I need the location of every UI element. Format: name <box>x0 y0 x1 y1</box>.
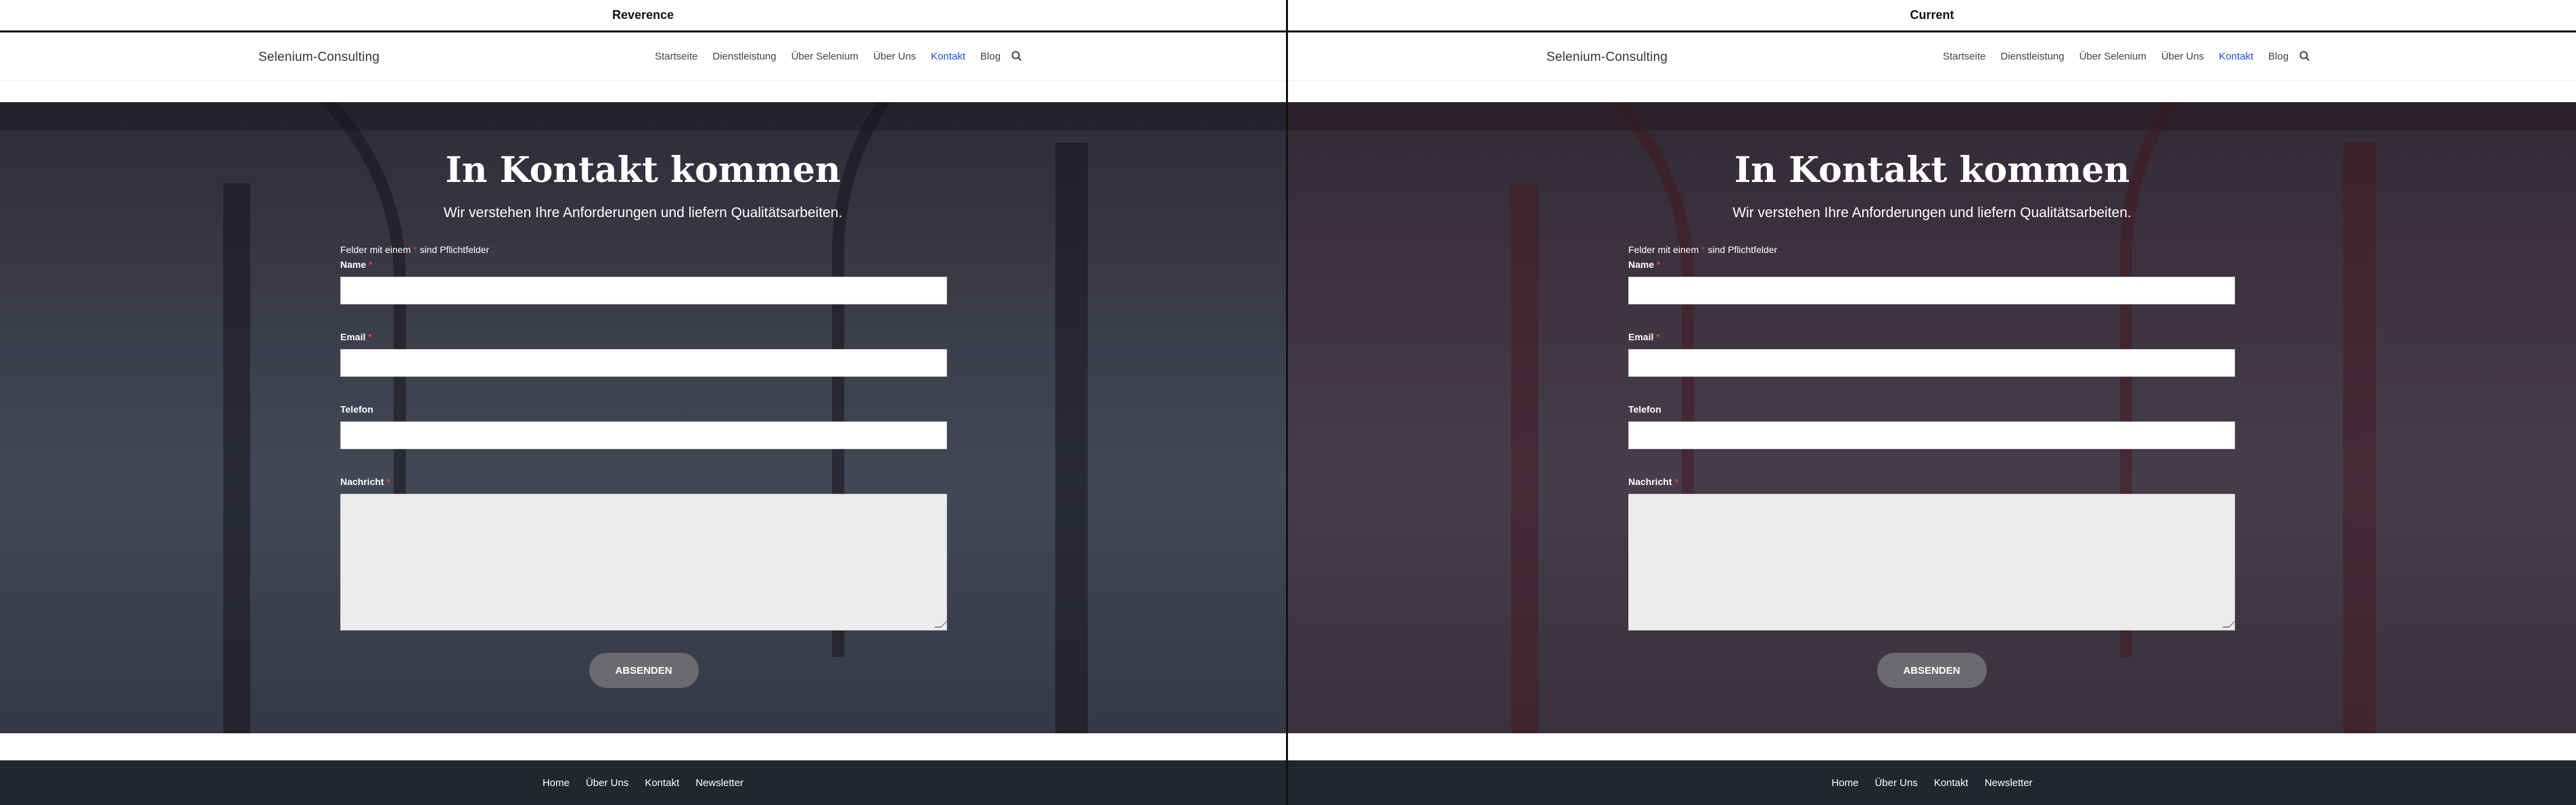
nav-item-dienstleistung[interactable]: Dienstleistung <box>2000 51 2064 62</box>
message-textarea[interactable] <box>340 494 947 630</box>
footer: Home Über Uns Kontakt Newsletter <box>1288 760 2576 805</box>
email-field[interactable] <box>340 349 947 377</box>
website: Selenium-Consulting Startseite Dienstlei… <box>1288 32 2576 805</box>
nav-item-ueber-selenium[interactable]: Über Selenium <box>791 51 858 62</box>
panel-title: Current <box>1288 0 2576 32</box>
message-label: Nachricht * <box>1628 476 1678 487</box>
search-icon[interactable] <box>2299 50 2311 62</box>
required-note: Felder mit einem * sind Pflichtfelder <box>340 244 947 255</box>
required-note-suffix: sind Pflichtfelder <box>419 244 490 255</box>
submit-button[interactable]: ABSENDEN <box>589 653 699 688</box>
hero-section: In Kontakt kommen Wir verstehen Ihre Anf… <box>1288 102 2576 733</box>
nav-item-startseite[interactable]: Startseite <box>655 51 697 62</box>
required-note: Felder mit einem * sind Pflichtfelder <box>1628 244 2235 255</box>
nav-item-blog[interactable]: Blog <box>2268 51 2288 62</box>
required-star: * <box>1701 244 1705 255</box>
name-field[interactable] <box>340 277 947 304</box>
hero-section: In Kontakt kommen Wir verstehen Ihre Anf… <box>0 102 1286 733</box>
message-label: Nachricht * <box>340 476 390 487</box>
comparison-view: Reverence Selenium-Consulting Startseite… <box>0 0 2576 805</box>
navbar: Selenium-Consulting Startseite Dienstlei… <box>1288 32 2576 81</box>
nav-item-dienstleistung[interactable]: Dienstleistung <box>712 51 776 62</box>
nav-item-startseite[interactable]: Startseite <box>1943 51 1985 62</box>
footer-link-home[interactable]: Home <box>543 777 570 789</box>
nav-menu: Startseite Dienstleistung Über Selenium … <box>1943 51 2303 62</box>
message-textarea[interactable] <box>1628 494 2235 630</box>
website: Selenium-Consulting Startseite Dienstlei… <box>0 32 1286 805</box>
nav-item-ueber-selenium[interactable]: Über Selenium <box>2079 51 2146 62</box>
nav-menu: Startseite Dienstleistung Über Selenium … <box>655 51 1015 62</box>
telefon-label: Telefon <box>340 404 373 415</box>
reference-panel: Reverence Selenium-Consulting Startseite… <box>0 0 1288 805</box>
required-note-suffix: sind Pflichtfelder <box>1707 244 1778 255</box>
site-logo[interactable]: Selenium-Consulting <box>1546 50 1668 65</box>
hero-subtitle: Wir verstehen Ihre Anforderungen und lie… <box>443 205 843 221</box>
hero-subtitle: Wir verstehen Ihre Anforderungen und lie… <box>1732 205 2132 221</box>
email-label: Email * <box>340 331 372 342</box>
footer-link-kontakt[interactable]: Kontakt <box>1934 777 1969 789</box>
navbar: Selenium-Consulting Startseite Dienstlei… <box>0 32 1286 81</box>
footer-link-home[interactable]: Home <box>1831 777 1858 789</box>
required-note-prefix: Felder mit einem <box>340 244 411 255</box>
required-note-prefix: Felder mit einem <box>1628 244 1699 255</box>
submit-button[interactable]: ABSENDEN <box>1877 653 1987 688</box>
nav-item-blog[interactable]: Blog <box>980 51 1001 62</box>
nav-item-kontakt[interactable]: Kontakt <box>931 51 965 62</box>
contact-form: Felder mit einem * sind Pflichtfelder Na… <box>340 244 947 688</box>
footer-link-ueber-uns[interactable]: Über Uns <box>586 777 628 789</box>
required-star: * <box>413 244 417 255</box>
footer-link-newsletter[interactable]: Newsletter <box>695 777 743 789</box>
footer-link-newsletter[interactable]: Newsletter <box>1985 777 2033 789</box>
nav-item-ueber-uns[interactable]: Über Uns <box>2161 51 2204 62</box>
name-label: Name * <box>340 259 373 270</box>
nav-item-ueber-uns[interactable]: Über Uns <box>873 51 916 62</box>
telefon-field[interactable] <box>1628 421 2235 449</box>
email-field[interactable] <box>1628 349 2235 377</box>
hero-title: In Kontakt kommen <box>1734 150 2130 191</box>
name-label: Name * <box>1628 259 1661 270</box>
footer: Home Über Uns Kontakt Newsletter <box>0 760 1286 805</box>
site-logo[interactable]: Selenium-Consulting <box>258 50 380 65</box>
telefon-field[interactable] <box>340 421 947 449</box>
footer-link-ueber-uns[interactable]: Über Uns <box>1874 777 1917 789</box>
hero-title: In Kontakt kommen <box>445 150 841 191</box>
telefon-label: Telefon <box>1628 404 1661 415</box>
name-field[interactable] <box>1628 277 2235 304</box>
nav-item-kontakt[interactable]: Kontakt <box>2219 51 2253 62</box>
current-panel: Current Selenium-Consulting Startseite D… <box>1288 0 2576 805</box>
email-label: Email * <box>1628 331 1660 342</box>
footer-link-kontakt[interactable]: Kontakt <box>645 777 679 789</box>
search-icon[interactable] <box>1011 50 1023 62</box>
contact-form: Felder mit einem * sind Pflichtfelder Na… <box>1628 244 2235 688</box>
panel-title: Reverence <box>0 0 1286 32</box>
